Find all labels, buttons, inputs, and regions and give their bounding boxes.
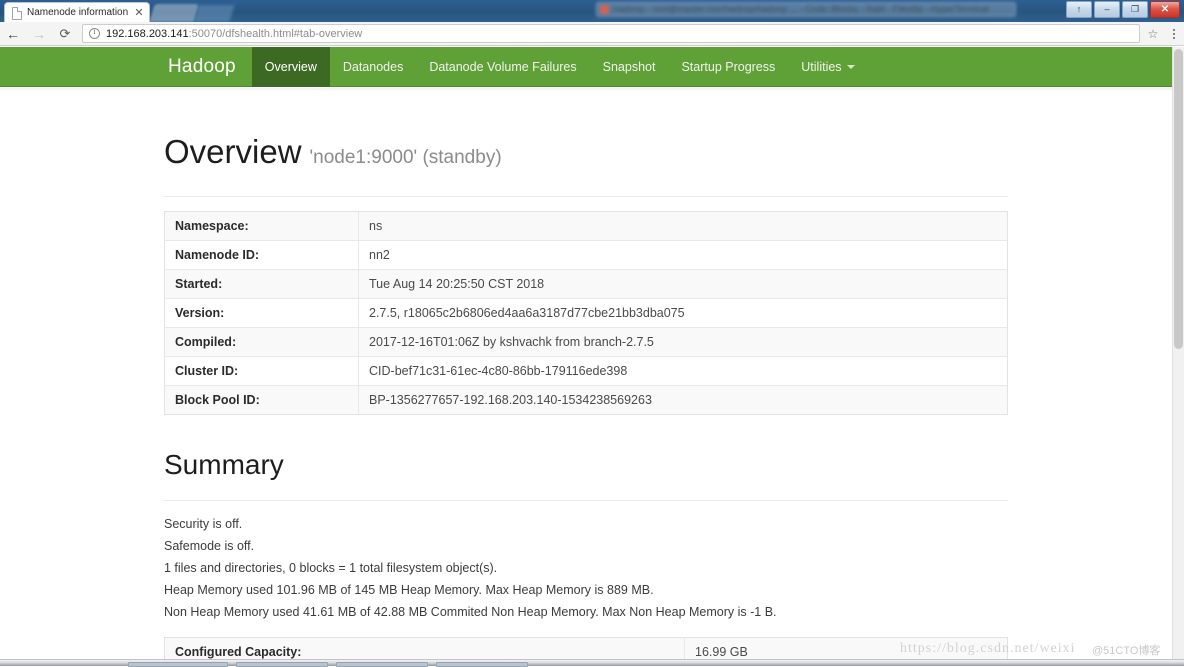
row-key: Configured Capacity: — [164, 637, 685, 659]
site-info-icon[interactable] — [89, 27, 100, 39]
table-row: Started: Tue Aug 14 20:25:50 CST 2018 — [164, 269, 1008, 299]
nav-item-snapshot[interactable]: Snapshot — [590, 47, 669, 87]
background-tab[interactable] — [193, 5, 235, 22]
scrollbar-thumb[interactable] — [1174, 49, 1183, 349]
page-scrollbar[interactable] — [1172, 47, 1184, 659]
row-key: Compiled: — [164, 327, 359, 357]
tab-close-icon[interactable]: ✕ — [133, 7, 145, 19]
summary-line: Non Heap Memory used 41.61 MB of 42.88 M… — [164, 605, 777, 619]
nav-item-overview-label: Overview — [264, 60, 317, 74]
back-icon[interactable]: ← — [0, 22, 26, 46]
summary-text-block: Security is off. Safemode is off. 1 file… — [164, 501, 1008, 623]
nav-item-snapshot-label: Snapshot — [602, 60, 656, 74]
new-tab-button[interactable] — [149, 4, 199, 22]
nav-item-startup-progress[interactable]: Startup Progress — [668, 47, 788, 87]
table-row: Namenode ID: nn2 — [164, 240, 1008, 270]
table-row: Configured Capacity: 16.99 GB — [164, 637, 1008, 659]
page-title-text: Overview — [164, 133, 302, 170]
navbar-shadow — [0, 88, 1172, 90]
table-row: Block Pool ID: BP-1356277657-192.168.203… — [164, 385, 1008, 415]
page-content: Overview 'node1:9000' (standby) Namespace… — [164, 107, 1008, 659]
row-value: nn2 — [358, 240, 1008, 270]
summary-table: Configured Capacity: 16.99 GB DFS Used: … — [164, 637, 1008, 659]
taskbar-item[interactable] — [336, 662, 428, 667]
nav-item-utilities-label: Utilities — [801, 60, 842, 74]
nav-item-startup-progress-label: Startup Progress — [681, 60, 776, 74]
kebab-dots — [1173, 28, 1175, 39]
table-row: Compiled: 2017-12-16T01:06Z by kshvachk … — [164, 327, 1008, 357]
summary-line: Heap Memory used 101.96 MB of 145 MB Hea… — [164, 583, 654, 597]
page-viewport: Hadoop Overview Datanodes Datanode Volum… — [0, 47, 1184, 659]
page-title: Overview 'node1:9000' (standby) — [164, 107, 1008, 186]
forward-icon[interactable]: → — [26, 22, 52, 46]
summary-heading: Summary — [164, 449, 284, 480]
hadoop-brand[interactable]: Hadoop — [152, 47, 252, 87]
bookmark-star-icon[interactable]: ☆ — [1142, 22, 1164, 46]
chrome-menu-icon[interactable] — [1164, 22, 1184, 46]
summary-line: Safemode is off. — [164, 539, 255, 553]
page-title-subtitle: 'node1:9000' (standby) — [309, 147, 502, 168]
row-key: Namenode ID: — [164, 240, 359, 270]
row-key: Namespace: — [164, 211, 359, 241]
row-value: 2017-12-16T01:06Z by kshvachk from branc… — [358, 327, 1008, 357]
address-bar[interactable]: 192.168.203.141 :50070/dfshealth.html#ta… — [82, 24, 1140, 43]
row-value: ns — [369, 219, 383, 233]
nav-item-overview[interactable]: Overview — [251, 47, 330, 87]
taskbar-item[interactable] — [436, 662, 528, 667]
os-taskbar — [0, 659, 1184, 667]
row-key: Started: — [164, 269, 359, 299]
summary-line: Security is off. — [164, 517, 243, 531]
row-value: BP-1356277657-192.168.203.140-1534238569… — [358, 385, 1008, 415]
overview-table: Namespace: ns Namenode ID: nn2 Started: … — [164, 211, 1008, 415]
row-value: Tue Aug 14 20:25:50 CST 2018 — [358, 269, 1008, 299]
row-key: Cluster ID: — [164, 356, 359, 386]
url-host: 192.168.203.141 — [106, 27, 189, 40]
table-row: Version: 2.7.5, r18065c2b6806ed4aa6a3187… — [164, 298, 1008, 328]
row-value: 16.99 GB — [695, 645, 748, 659]
taskbar-item[interactable] — [236, 662, 328, 667]
nav-item-datanode-volume-failures[interactable]: Datanode Volume Failures — [416, 47, 589, 87]
browser-toolbar: ← → ⟳ 192.168.203.141 :50070/dfshealth.h… — [0, 22, 1184, 46]
row-key: Block Pool ID: — [164, 385, 359, 415]
table-row: Cluster ID: CID-bef71c31-61ec-4c80-86bb-… — [164, 356, 1008, 386]
hadoop-navbar: Hadoop Overview Datanodes Datanode Volum… — [0, 47, 1172, 87]
row-value: 2.7.5, r18065c2b6806ed4aa6a3187d77cbe21b… — [358, 298, 1008, 328]
browser-tab-strip: Namenode information ✕ — [0, 0, 1184, 22]
nav-item-datanodes[interactable]: Datanodes — [330, 47, 416, 87]
summary-line: 1 files and directories, 0 blocks = 1 to… — [164, 561, 498, 575]
tab-title: Namenode information — [27, 6, 129, 18]
chevron-down-icon — [846, 65, 855, 69]
reload-icon[interactable]: ⟳ — [52, 22, 78, 46]
hadoop-navbar-items: Hadoop Overview Datanodes Datanode Volum… — [152, 47, 868, 87]
url-path: :50070/dfshealth.html#tab-overview — [188, 27, 363, 40]
nav-item-utilities[interactable]: Utilities — [788, 47, 867, 87]
row-value: CID-bef71c31-61ec-4c80-86bb-179116ede398 — [358, 356, 1008, 386]
nav-item-datanode-volume-failures-label: Datanode Volume Failures — [429, 60, 577, 74]
taskbar-item[interactable] — [128, 662, 228, 667]
table-row: Namespace: ns — [164, 211, 1008, 241]
nav-item-datanodes-label: Datanodes — [342, 60, 404, 74]
title-divider — [164, 196, 1008, 197]
page-favicon-icon — [11, 6, 22, 20]
row-key: Version: — [164, 298, 359, 328]
browser-tab-namenode-information[interactable]: Namenode information ✕ — [4, 2, 150, 22]
